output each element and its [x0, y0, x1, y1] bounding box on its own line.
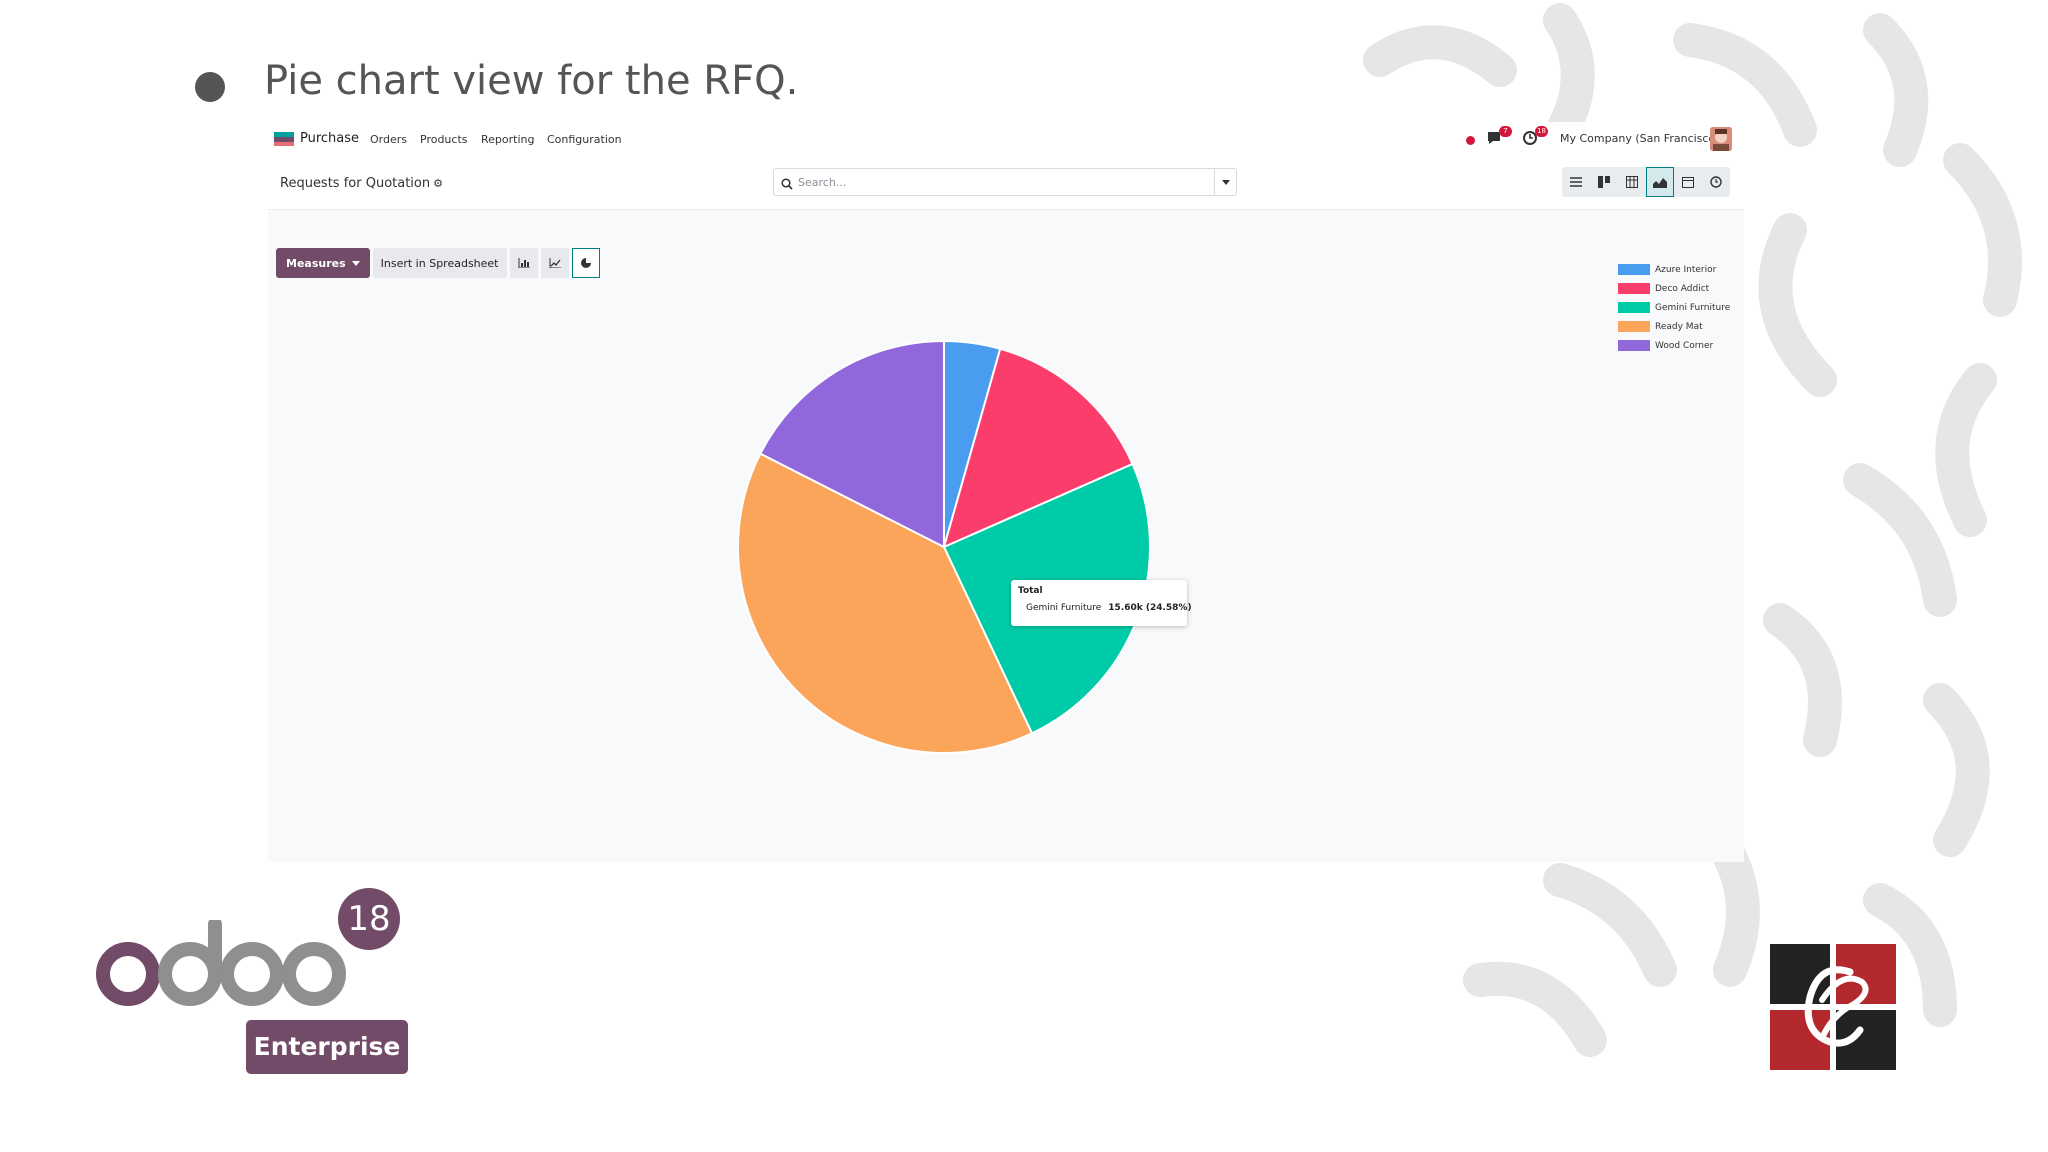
brand-logo — [1770, 944, 1896, 1070]
legend-swatch — [1618, 264, 1650, 275]
measures-label: Measures — [286, 256, 346, 270]
legend-item[interactable]: Deco Addict — [1618, 279, 1730, 298]
legend-label: Gemini Furniture — [1655, 302, 1731, 313]
list-view-icon[interactable] — [1562, 167, 1590, 197]
company-switcher[interactable]: My Company (San Francisco) — [1560, 132, 1719, 145]
bullet-point — [195, 72, 225, 102]
kanban-view-icon[interactable] — [1590, 167, 1618, 197]
bar-chart-icon[interactable] — [509, 248, 538, 278]
menu-reporting[interactable]: Reporting — [481, 133, 534, 146]
chart-legend: Azure Interior Deco Addict Gemini Furnitur… — [1618, 260, 1730, 355]
legend-item[interactable]: Ready Mat — [1618, 317, 1730, 336]
graph-view-icon[interactable] — [1646, 167, 1674, 197]
page-title: Requests for Quotation — [280, 176, 431, 191]
tooltip-title: Total — [1018, 586, 1043, 596]
control-panel: Requests for Quotation ⚙ — [268, 162, 1744, 210]
tooltip-swatch — [1018, 602, 1020, 614]
legend-swatch — [1618, 283, 1650, 294]
slide-heading: Pie chart view for the RFQ. — [264, 58, 799, 104]
legend-label: Azure Interior — [1655, 264, 1717, 275]
activity-view-icon[interactable] — [1702, 167, 1730, 197]
legend-label: Wood Corner — [1655, 340, 1714, 351]
purchase-app-icon[interactable] — [274, 132, 294, 146]
app-name[interactable]: Purchase — [300, 131, 359, 146]
pivot-view-icon[interactable] — [1618, 167, 1646, 197]
legend-item[interactable]: Gemini Furniture — [1618, 298, 1730, 317]
status-dot-icon[interactable] — [1466, 136, 1475, 145]
activities-badge: 18 — [1535, 126, 1548, 137]
legend-item[interactable]: Wood Corner — [1618, 336, 1730, 355]
messages-icon[interactable]: 7 — [1486, 126, 1512, 148]
search-box — [773, 168, 1237, 196]
legend-label: Deco Addict — [1655, 283, 1710, 294]
view-switcher — [1562, 167, 1730, 197]
pie-chart-icon[interactable] — [571, 248, 600, 278]
odoo-wordmark-logo — [96, 920, 346, 1006]
menu-configuration[interactable]: Configuration — [547, 133, 622, 146]
search-options-toggle[interactable] — [1214, 169, 1236, 195]
odoo-logo: 18 Enterprise — [92, 884, 412, 1074]
graph-toolbar: Measures Insert in Spreadsheet — [276, 248, 600, 278]
line-chart-icon[interactable] — [540, 248, 569, 278]
breadcrumb: Requests for Quotation ⚙ — [280, 176, 443, 191]
menu-products[interactable]: Products — [420, 133, 468, 146]
insert-in-spreadsheet-button[interactable]: Insert in Spreadsheet — [372, 248, 507, 278]
caret-down-icon — [351, 260, 360, 266]
measures-button[interactable]: Measures — [276, 248, 370, 278]
legend-item[interactable]: Azure Interior — [1618, 260, 1730, 279]
activities-clock-icon[interactable]: 18 — [1522, 126, 1548, 148]
legend-label: Ready Mat — [1655, 321, 1703, 332]
menu-orders[interactable]: Orders — [370, 133, 407, 146]
user-avatar[interactable] — [1710, 127, 1732, 151]
tooltip-value: 15.60k (24.58%) — [1108, 603, 1192, 613]
search-input[interactable] — [798, 172, 1198, 192]
messages-badge: 7 — [1499, 126, 1512, 137]
tooltip-row: Gemini Furniture 15.60k (24.58%) — [1018, 602, 1192, 614]
pie-chart — [737, 339, 1151, 754]
version-badge: 18 — [338, 888, 400, 950]
tooltip-label: Gemini Furniture — [1026, 603, 1102, 613]
chart-tooltip: Total Gemini Furniture 15.60k (24.58%) — [1011, 580, 1192, 626]
odoo-app-window: Purchase Orders Products Reporting Confi… — [268, 122, 1744, 862]
legend-swatch — [1618, 321, 1650, 332]
top-navbar: Purchase Orders Products Reporting Confi… — [268, 122, 1744, 162]
legend-swatch — [1618, 340, 1650, 351]
legend-swatch — [1618, 302, 1650, 313]
edition-badge: Enterprise — [246, 1020, 408, 1074]
search-icon — [781, 175, 795, 190]
gear-icon[interactable]: ⚙ — [433, 177, 443, 190]
calendar-view-icon[interactable] — [1674, 167, 1702, 197]
